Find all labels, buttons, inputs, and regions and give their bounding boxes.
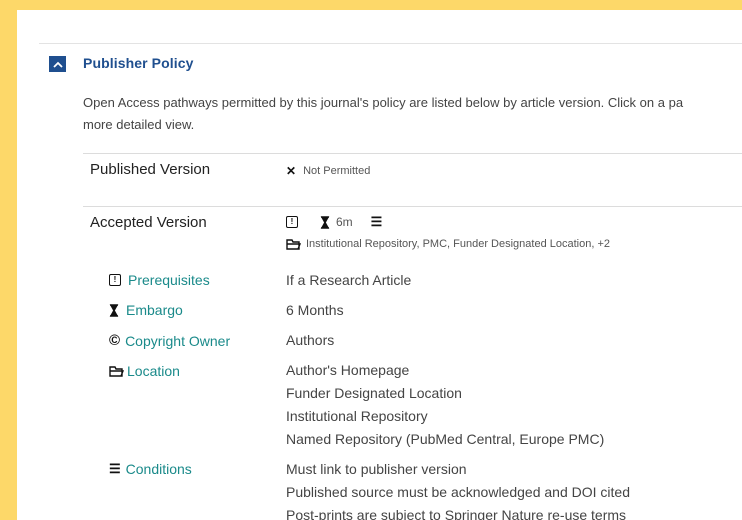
embargo-label: Embargo — [109, 302, 183, 318]
location-item: Funder Designated Location — [286, 385, 462, 401]
conditions-values: Must link to publisher version Published… — [286, 458, 630, 520]
prerequisites-value: If a Research Article — [286, 272, 412, 288]
published-version-label: Published Version — [90, 161, 211, 178]
location-item: Author's Homepage — [286, 362, 410, 378]
location-label: Location — [109, 363, 180, 379]
embargo-value: 6 Months — [286, 302, 344, 318]
conditions-label: ☰ Conditions — [109, 461, 192, 477]
copyright-owner-label: © Copyright Owner — [109, 332, 230, 349]
x-icon: ✕ — [286, 164, 297, 178]
label-text: Prerequisites — [128, 272, 210, 288]
accepted-version-label: Accepted Version — [90, 214, 207, 231]
intro-line: more detailed view. — [83, 117, 195, 132]
label-text: Copyright Owner — [125, 332, 231, 349]
label-text: Embargo — [126, 302, 183, 318]
policy-panel: Publisher Policy Open Access pathways pe… — [17, 10, 742, 520]
prerequisites-icon: ! — [286, 216, 298, 228]
locations-summary-text: Institutional Repository, PMC, Funder De… — [306, 238, 610, 250]
intro-text: Open Access pathways permitted by this j… — [83, 92, 742, 136]
copyright-owner-value: Authors — [286, 332, 335, 348]
location-values: Author's Homepage Funder Designated Loca… — [286, 359, 604, 451]
label-text: Conditions — [125, 461, 192, 477]
accepted-summary-icons: ! 6m ☰ — [286, 214, 382, 230]
condition-item: Post-prints are subject to Springer Natu… — [286, 507, 627, 520]
accepted-locations-summary: Institutional Repository, PMC, Funder De… — [286, 238, 610, 250]
published-status: ✕ Not Permitted — [286, 164, 370, 178]
section-title[interactable]: Publisher Policy — [83, 55, 194, 71]
location-item: Institutional Repository — [286, 408, 428, 424]
condition-item: Must link to publisher version — [286, 461, 467, 477]
status-text: Not Permitted — [303, 165, 371, 177]
location-item: Named Repository (PubMed Central, Europe… — [286, 431, 605, 447]
condition-item: Published source must be acknowledged an… — [286, 484, 630, 500]
divider — [83, 153, 742, 154]
prerequisites-label: ! Prerequisites — [109, 272, 210, 288]
chevron-up-icon — [52, 61, 63, 68]
copyright-icon: © — [109, 332, 121, 349]
folder-icon — [286, 238, 301, 250]
prerequisites-icon: ! — [109, 274, 121, 286]
label-text: Location — [127, 363, 180, 379]
conditions-icon: ☰ — [109, 461, 121, 476]
intro-line: Open Access pathways permitted by this j… — [83, 95, 684, 110]
divider — [83, 206, 742, 207]
conditions-icon: ☰ — [370, 214, 383, 229]
hourglass-icon — [109, 303, 119, 317]
hourglass-icon — [320, 215, 330, 229]
divider — [39, 43, 742, 44]
embargo-short: 6m — [336, 215, 353, 229]
folder-icon — [109, 365, 124, 377]
collapse-toggle-button[interactable] — [49, 56, 66, 72]
